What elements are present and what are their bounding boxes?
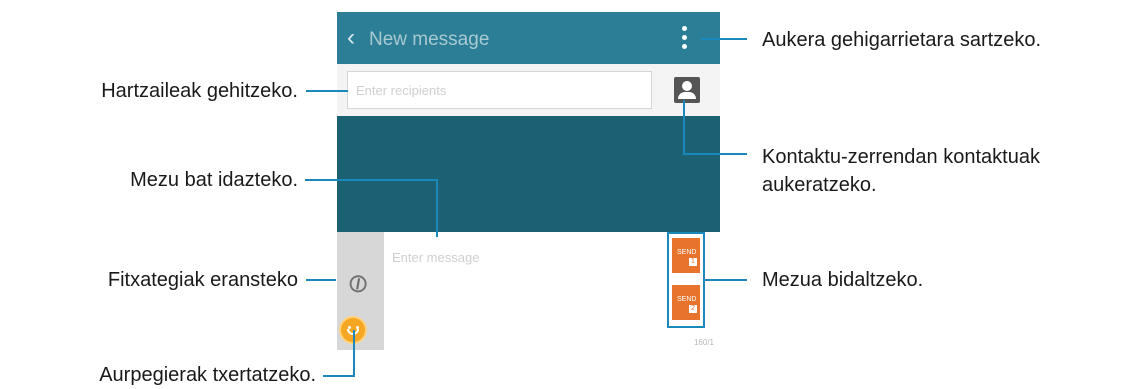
caption-more-options: Aukera gehigarrietara sartzeko.: [762, 29, 1042, 51]
callout-line-message: [305, 179, 438, 237]
caption-send-message: Mezua bidaltzeko.: [762, 269, 924, 291]
caption-contacts-line2: aukeratzeko.: [762, 174, 877, 196]
recipients-placeholder: Enter recipients: [356, 83, 447, 98]
caption-write-message: Mezu bat idazteko.: [130, 169, 298, 191]
callout-line-more: [701, 38, 747, 40]
caption-insert-emoticons: Aurpegierak txertatzeko.: [99, 364, 316, 386]
title-bar: ‹ New message: [337, 12, 720, 64]
callout-line-recipients: [306, 90, 348, 92]
char-counter: 160/1: [693, 338, 714, 347]
back-icon[interactable]: ‹: [347, 26, 355, 50]
callout-line-contacts: [683, 100, 747, 155]
recipients-input[interactable]: Enter recipients: [347, 71, 652, 109]
attach-icon[interactable]: ⊘: [340, 265, 376, 303]
screen-title: New message: [369, 29, 490, 50]
send-buttons-highlight: [667, 232, 705, 328]
recipients-bar: Enter recipients: [337, 64, 720, 116]
callout-line-send: [705, 279, 747, 281]
more-options-icon[interactable]: [682, 26, 688, 52]
callout-line-attach: [306, 279, 336, 281]
caption-add-recipients: Hartzaileak gehitzeko.: [101, 80, 298, 102]
caption-contacts-line1: Kontaktu-zerrendan kontaktuak: [762, 146, 1040, 168]
callout-line-emoticon: [323, 330, 355, 377]
message-placeholder: Enter message: [392, 250, 480, 265]
caption-attach-files: Fitxategiak eransteko: [107, 269, 298, 291]
